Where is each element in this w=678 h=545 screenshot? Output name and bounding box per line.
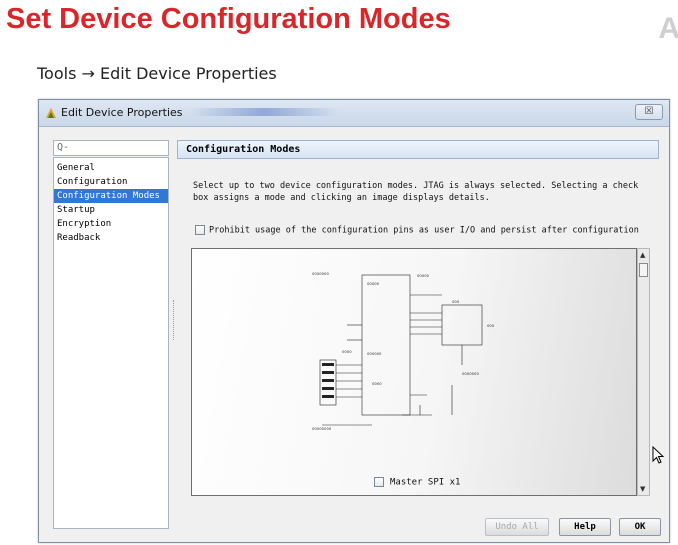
scroll-thumb[interactable]: [639, 263, 648, 277]
diagram-scrollbar[interactable]: ▲ ▼: [637, 248, 650, 496]
edit-device-properties-dialog: Edit Device Properties ☒ Q- General Conf…: [38, 99, 670, 543]
configuration-modes-panel: Configuration Modes Select up to two dev…: [177, 140, 659, 524]
undo-all-button[interactable]: Undo All: [485, 518, 549, 536]
svg-text:oooo: oooo: [372, 381, 382, 386]
svg-text:oooo: oooo: [342, 349, 352, 354]
svg-text:ooo: ooo: [487, 323, 495, 328]
prohibit-option[interactable]: Prohibit usage of the configuration pins…: [195, 225, 639, 236]
help-button[interactable]: Help: [559, 518, 611, 536]
scroll-down-icon[interactable]: ▼: [640, 485, 645, 493]
svg-text:ooooooo: ooooooo: [312, 271, 329, 276]
configuration-schematic-image[interactable]: ooooooo ooooo ooooo ooo ooo oooooo oooo …: [302, 265, 522, 440]
panel-splitter[interactable]: [173, 300, 175, 340]
master-spi-x1-checkbox[interactable]: [374, 477, 384, 487]
scroll-up-icon[interactable]: ▲: [640, 251, 645, 259]
titlebar-blur: [189, 108, 339, 116]
dialog-titlebar[interactable]: Edit Device Properties ☒: [39, 100, 669, 127]
master-spi-x1-label: Master SPI x1: [390, 477, 461, 488]
nav-item-configuration-modes[interactable]: Configuration Modes: [54, 189, 168, 203]
menu-path-label: Tools → Edit Device Properties: [37, 64, 277, 83]
prohibit-checkbox[interactable]: [195, 225, 205, 235]
svg-text:ooooooo: ooooooo: [462, 371, 479, 376]
mouse-cursor-icon: [652, 446, 664, 464]
mode-diagram-viewer[interactable]: ooooooo ooooo ooooo ooo ooo oooooo oooo …: [191, 248, 637, 496]
master-spi-x1-option[interactable]: Master SPI x1: [374, 477, 460, 488]
prohibit-label: Prohibit usage of the configuration pins…: [209, 225, 639, 236]
svg-text:ooo: ooo: [452, 299, 460, 304]
svg-text:oooooo: oooooo: [367, 351, 382, 356]
corner-logo: A: [658, 12, 678, 45]
svg-text:oooooooo: oooooooo: [312, 426, 332, 431]
search-input[interactable]: Q-: [53, 140, 169, 156]
svg-text:ooooo: ooooo: [367, 281, 380, 286]
ok-button[interactable]: OK: [619, 518, 661, 536]
category-list: General Configuration Configuration Mode…: [53, 157, 169, 529]
nav-item-readback[interactable]: Readback: [54, 231, 168, 245]
app-logo-icon: [46, 108, 56, 118]
close-button[interactable]: ☒: [635, 104, 663, 120]
nav-item-general[interactable]: General: [54, 161, 168, 175]
slide-title: Set Device Configuration Modes: [6, 3, 451, 35]
nav-item-configuration[interactable]: Configuration: [54, 175, 168, 189]
nav-item-encryption[interactable]: Encryption: [54, 217, 168, 231]
svg-text:ooooo: ooooo: [417, 273, 430, 278]
dialog-title: Edit Device Properties: [61, 106, 183, 119]
nav-item-startup[interactable]: Startup: [54, 203, 168, 217]
description-text: Select up to two device configuration mo…: [193, 181, 639, 203]
section-header: Configuration Modes: [177, 140, 659, 159]
